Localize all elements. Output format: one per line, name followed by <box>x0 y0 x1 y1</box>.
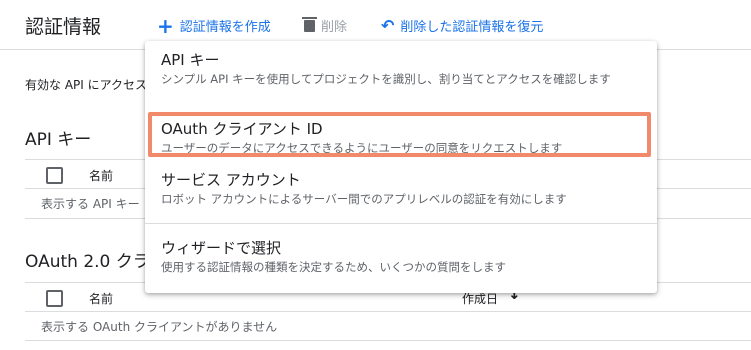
menu-item-title: ウィザードで選択 <box>161 239 282 257</box>
create-credentials-button[interactable]: + 認証情報を作成 <box>157 13 271 38</box>
menu-divider <box>145 223 657 224</box>
menu-item-description: 使用する認証情報の種類を決定するため、いくつかの質問をします <box>161 260 506 274</box>
oauth-empty-message: 表示する OAuth クライアントがありません <box>41 320 278 334</box>
column-header-name[interactable]: 名前 <box>89 290 113 307</box>
select-all-checkbox[interactable] <box>46 290 63 307</box>
delete-label: 削除 <box>321 20 348 35</box>
page-title: 認証情報 <box>25 16 102 38</box>
trash-icon <box>302 16 317 32</box>
row-divider <box>25 340 751 341</box>
oauth-highlight-box <box>148 112 651 157</box>
column-header-name[interactable]: 名前 <box>89 167 113 184</box>
intro-text: 有効な API にアクセス <box>25 78 148 92</box>
menu-item-title: API キー <box>161 51 220 69</box>
menu-item-service-account[interactable]: サービス アカウント ロボット アカウントによるサーバー間でのアプリレベルの認証… <box>145 171 657 208</box>
api-keys-title: API キー <box>25 130 92 150</box>
api-keys-empty-message: 表示する API キー <box>41 197 140 211</box>
menu-item-description: ロボット アカウントによるサーバー間でのアプリレベルの認証を有効にします <box>161 192 567 206</box>
create-credentials-label: 認証情報を作成 <box>179 20 271 35</box>
delete-button[interactable]: 削除 <box>302 16 348 35</box>
create-credentials-menu: API キー シンプル API キーを使用してプロジェクトを識別し、割り当てとア… <box>145 41 657 293</box>
select-all-checkbox[interactable] <box>46 167 63 184</box>
menu-item-description: シンプル API キーを使用してプロジェクトを識別し、割り当てとアクセスを確認し… <box>161 72 611 86</box>
undo-icon: ↶ <box>381 15 395 35</box>
menu-item-title: サービス アカウント <box>161 171 301 189</box>
restore-deleted-label: 削除した認証情報を復元 <box>400 20 544 35</box>
restore-deleted-button[interactable]: ↶ 削除した認証情報を復元 <box>381 16 543 35</box>
plus-icon: + <box>157 13 174 38</box>
oauth-section-title: OAuth 2.0 クラ <box>25 252 150 272</box>
menu-item-api-key[interactable]: API キー シンプル API キーを使用してプロジェクトを識別し、割り当てとア… <box>145 51 657 88</box>
menu-item-wizard[interactable]: ウィザードで選択 使用する認証情報の種類を決定するため、いくつかの質問をします <box>145 239 657 276</box>
